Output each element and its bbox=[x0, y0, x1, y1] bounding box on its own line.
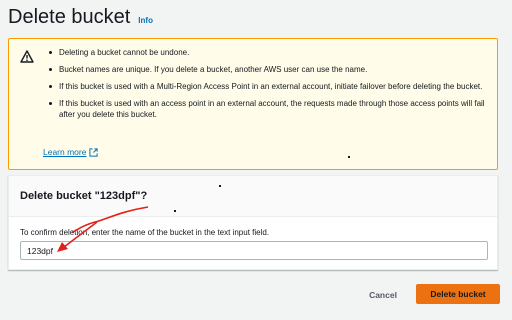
warning-item: If this bucket is used with an access po… bbox=[49, 98, 489, 120]
warning-alert: Deleting a bucket cannot be undone. Buck… bbox=[8, 38, 498, 170]
cursor-speck bbox=[174, 210, 176, 212]
cancel-button[interactable]: Cancel bbox=[360, 287, 406, 303]
delete-bucket-button[interactable]: Delete bucket bbox=[416, 284, 500, 304]
page-title: Delete bucket bbox=[8, 6, 131, 28]
warning-triangle-icon bbox=[20, 50, 34, 63]
learn-more-label: Learn more bbox=[43, 147, 87, 157]
confirm-panel: Delete bucket "123dpf"? To confirm delet… bbox=[8, 175, 498, 270]
warning-item: If this bucket is used with a Multi-Regi… bbox=[49, 81, 489, 92]
warning-list: Deleting a bucket cannot be undone. Buck… bbox=[49, 47, 489, 126]
confirm-title: Delete bucket "123dpf"? bbox=[20, 190, 148, 202]
learn-more-link[interactable]: Learn more bbox=[43, 147, 99, 157]
cursor-speck bbox=[348, 156, 350, 158]
warning-item: Deleting a bucket cannot be undone. bbox=[49, 47, 489, 58]
page-header: Delete bucket Info bbox=[8, 6, 153, 29]
bucket-name-input[interactable] bbox=[20, 241, 488, 260]
cursor-speck bbox=[219, 185, 221, 187]
confirm-label: To confirm deletion, enter the name of t… bbox=[20, 228, 270, 237]
panel-header: Delete bucket "123dpf"? bbox=[9, 176, 497, 217]
external-link-icon bbox=[89, 147, 99, 157]
info-link[interactable]: Info bbox=[138, 16, 153, 25]
warning-item: Bucket names are unique. If you delete a… bbox=[49, 64, 489, 75]
